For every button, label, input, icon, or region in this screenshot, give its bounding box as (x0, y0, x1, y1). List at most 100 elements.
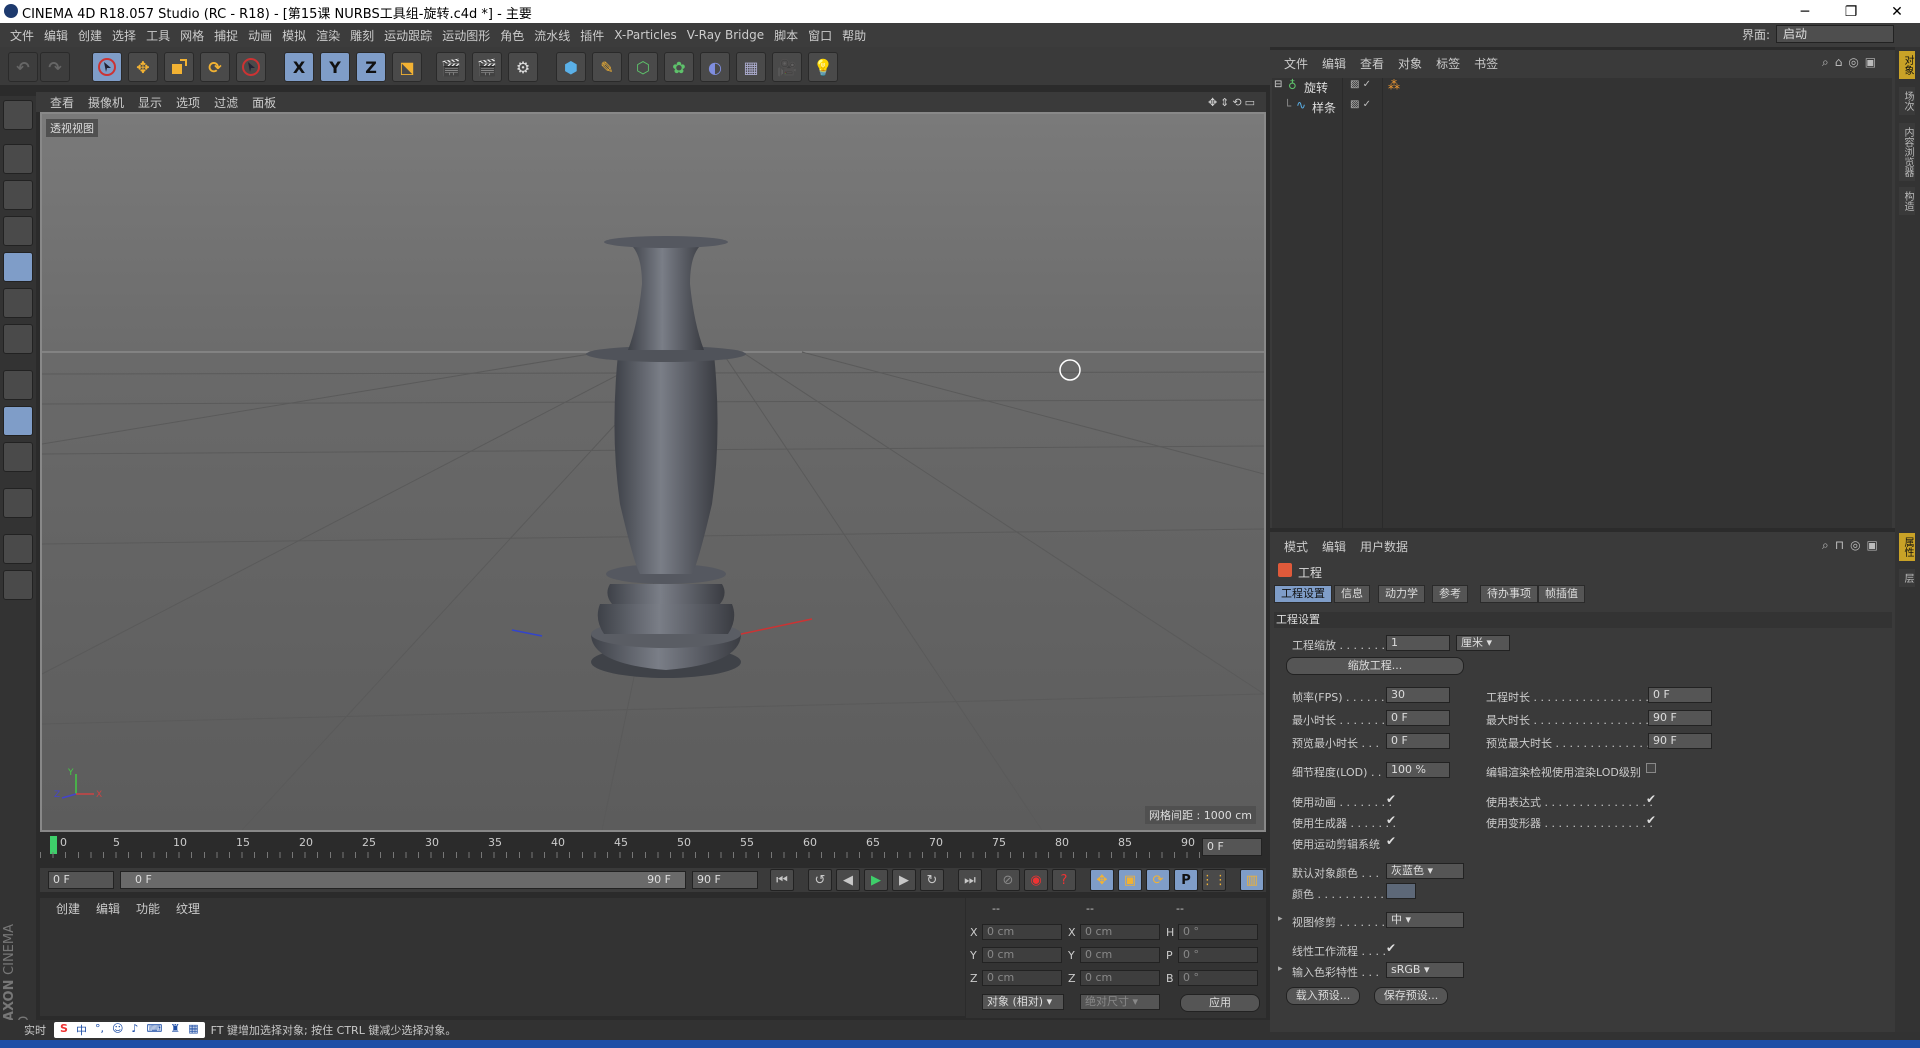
play-icon[interactable]: ▶ (864, 869, 888, 891)
mic-icon[interactable]: ♪ (131, 1022, 138, 1038)
subdivision-surface-icon[interactable]: ⬡ (628, 52, 658, 82)
viewport-menu-filter[interactable]: 过滤 (214, 94, 238, 111)
camera-icon[interactable]: 🎥 (772, 52, 802, 82)
menu-snap[interactable]: 捕捉 (214, 27, 238, 44)
menu-select[interactable]: 选择 (112, 27, 136, 44)
ime-mode-icon[interactable]: 中 (76, 1022, 87, 1038)
lod-field[interactable]: 100 % (1386, 762, 1450, 778)
menu-simulate[interactable]: 模拟 (282, 27, 306, 44)
menu-render[interactable]: 渲染 (316, 27, 340, 44)
view-clipping-select[interactable]: 中 ▾ (1386, 912, 1464, 928)
restore-icon[interactable]: ❐ (1828, 0, 1874, 23)
tag-icon[interactable]: ⁂ (1388, 78, 1400, 92)
collapse-icon[interactable]: ⊟ (1274, 79, 1282, 90)
axis-mode-icon[interactable] (3, 370, 33, 400)
menu-motion-tracking[interactable]: 运动跟踪 (384, 27, 432, 44)
key-rotation-icon[interactable]: ⟳ (1146, 869, 1170, 891)
snap-icon[interactable] (3, 488, 33, 518)
end-frame-field[interactable]: 90 F (692, 871, 758, 889)
visibility-icon[interactable]: ▨ ✓ (1350, 79, 1371, 90)
tab-todo[interactable]: 待办事项 (1480, 585, 1538, 603)
coord-rot-h-field[interactable]: 0 ° (1178, 924, 1258, 940)
keyframe-selection-icon[interactable]: ? (1052, 869, 1076, 891)
redo-icon[interactable]: ↷ (40, 52, 70, 82)
tab-info[interactable]: 信息 (1334, 585, 1370, 603)
attr-menu-mode[interactable]: 模式 (1284, 538, 1308, 555)
use-generators-checkbox[interactable]: ✔ (1386, 813, 1396, 827)
min-time-field[interactable]: 0 F (1386, 710, 1450, 726)
use-motion-system-checkbox[interactable]: ✔ (1386, 834, 1396, 848)
coord-size-z-field[interactable]: 0 cm (1080, 970, 1160, 986)
previous-key-icon[interactable]: ↺ (808, 869, 832, 891)
pen-spline-icon[interactable]: ✎ (592, 52, 622, 82)
coord-pos-z-field[interactable]: 0 cm (982, 970, 1062, 986)
visibility-icon[interactable]: ▨ ✓ (1350, 99, 1371, 110)
material-menu-edit[interactable]: 编辑 (96, 900, 120, 917)
next-frame-icon[interactable]: ▶ (892, 869, 916, 891)
workplane-mode-icon[interactable] (3, 216, 33, 246)
x-axis-lock-button[interactable]: X (284, 52, 314, 82)
menu-mesh[interactable]: 网格 (180, 27, 204, 44)
object-name[interactable]: 样条 (1312, 99, 1336, 116)
preview-max-field[interactable]: 90 F (1648, 733, 1712, 749)
scale-tool-icon[interactable] (164, 52, 194, 82)
menu-sculpt[interactable]: 雕刻 (350, 27, 374, 44)
workplane-lock-icon[interactable] (3, 534, 33, 564)
render-picture-viewer-icon[interactable]: 🎬 (472, 52, 502, 82)
expand-arrow-icon[interactable]: ▸ (1278, 914, 1283, 924)
viewport-menu-options[interactable]: 选项 (176, 94, 200, 111)
menu-character[interactable]: 角色 (500, 27, 524, 44)
obj-menu-edit[interactable]: 编辑 (1322, 55, 1346, 72)
menu-edit[interactable]: 编辑 (44, 27, 68, 44)
cube-object-icon[interactable]: ⬢ (556, 52, 586, 82)
material-menu-create[interactable]: 创建 (56, 900, 80, 917)
select-tool-icon[interactable] (92, 52, 122, 82)
max-time-field[interactable]: 90 F (1648, 710, 1712, 726)
cloner-icon[interactable]: ✿ (664, 52, 694, 82)
key-scale-icon[interactable]: ▣ (1118, 869, 1142, 891)
tab-layers-vertical[interactable]: 层 (1899, 569, 1915, 587)
locked-workplane-icon[interactable] (3, 570, 33, 600)
menu-x-particles[interactable]: X-Particles (614, 28, 677, 42)
object-row-spline[interactable]: └ ∿ 样条 ▨ ✓ (1272, 98, 1892, 116)
light-icon[interactable]: 💡 (808, 52, 838, 82)
project-scale-field[interactable]: 1 (1386, 635, 1450, 651)
use-deformers-checkbox[interactable]: ✔ (1646, 813, 1656, 827)
save-preset-button[interactable]: 保存预设... (1374, 987, 1448, 1005)
attr-menu-user-data[interactable]: 用户数据 (1360, 538, 1408, 555)
tab-reference[interactable]: 参考 (1432, 585, 1468, 603)
coord-size-x-field[interactable]: 0 cm (1080, 924, 1160, 940)
solo-mode-icon[interactable] (3, 442, 33, 472)
punct-icon[interactable]: °, (95, 1022, 104, 1038)
material-menu-texture[interactable]: 纹理 (176, 900, 200, 917)
project-scale-unit-select[interactable]: 厘米 ▾ (1456, 635, 1510, 651)
edges-mode-icon[interactable] (3, 288, 33, 318)
emoji-icon[interactable]: ☺ (112, 1022, 123, 1038)
minimize-icon[interactable]: ─ (1782, 0, 1828, 23)
tab-structure-vertical[interactable]: 构造 (1899, 187, 1915, 215)
fps-field[interactable]: 30 (1386, 687, 1450, 703)
autokey-icon[interactable]: ◉ (1024, 869, 1048, 891)
obj-menu-bookmarks[interactable]: 书签 (1474, 55, 1498, 72)
tab-attributes-vertical[interactable]: 属性 (1899, 533, 1915, 561)
coordinate-system-icon[interactable]: ⬔ (392, 52, 422, 82)
points-mode-icon[interactable] (3, 252, 33, 282)
size-mode-select[interactable]: 绝对尺寸 ▾ (1080, 994, 1160, 1010)
move-tool-icon[interactable]: ✥ (128, 52, 158, 82)
texture-mode-icon[interactable] (3, 180, 33, 210)
project-time-field[interactable]: 0 F (1648, 687, 1712, 703)
tab-project-settings[interactable]: 工程设置 (1274, 585, 1332, 603)
live-select-icon[interactable] (236, 52, 266, 82)
attr-menu-edit[interactable]: 编辑 (1322, 538, 1346, 555)
viewport-nav-icons[interactable]: ✥⇕⟲▭ (1208, 96, 1258, 109)
tab-content-browser-vertical[interactable]: 内容浏览器 (1899, 123, 1915, 181)
tab-key-interpolation[interactable]: 帧插值 (1538, 585, 1585, 603)
render-settings-icon[interactable]: ⚙ (508, 52, 538, 82)
scale-project-button[interactable]: 缩放工程... (1286, 657, 1464, 675)
obj-menu-objects[interactable]: 对象 (1398, 55, 1422, 72)
viewport-menu-display[interactable]: 显示 (138, 94, 162, 111)
render-lod-checkbox[interactable] (1646, 763, 1656, 773)
key-parameter-icon[interactable]: P (1174, 869, 1198, 891)
material-menu-function[interactable]: 功能 (136, 900, 160, 917)
obj-menu-file[interactable]: 文件 (1284, 55, 1308, 72)
